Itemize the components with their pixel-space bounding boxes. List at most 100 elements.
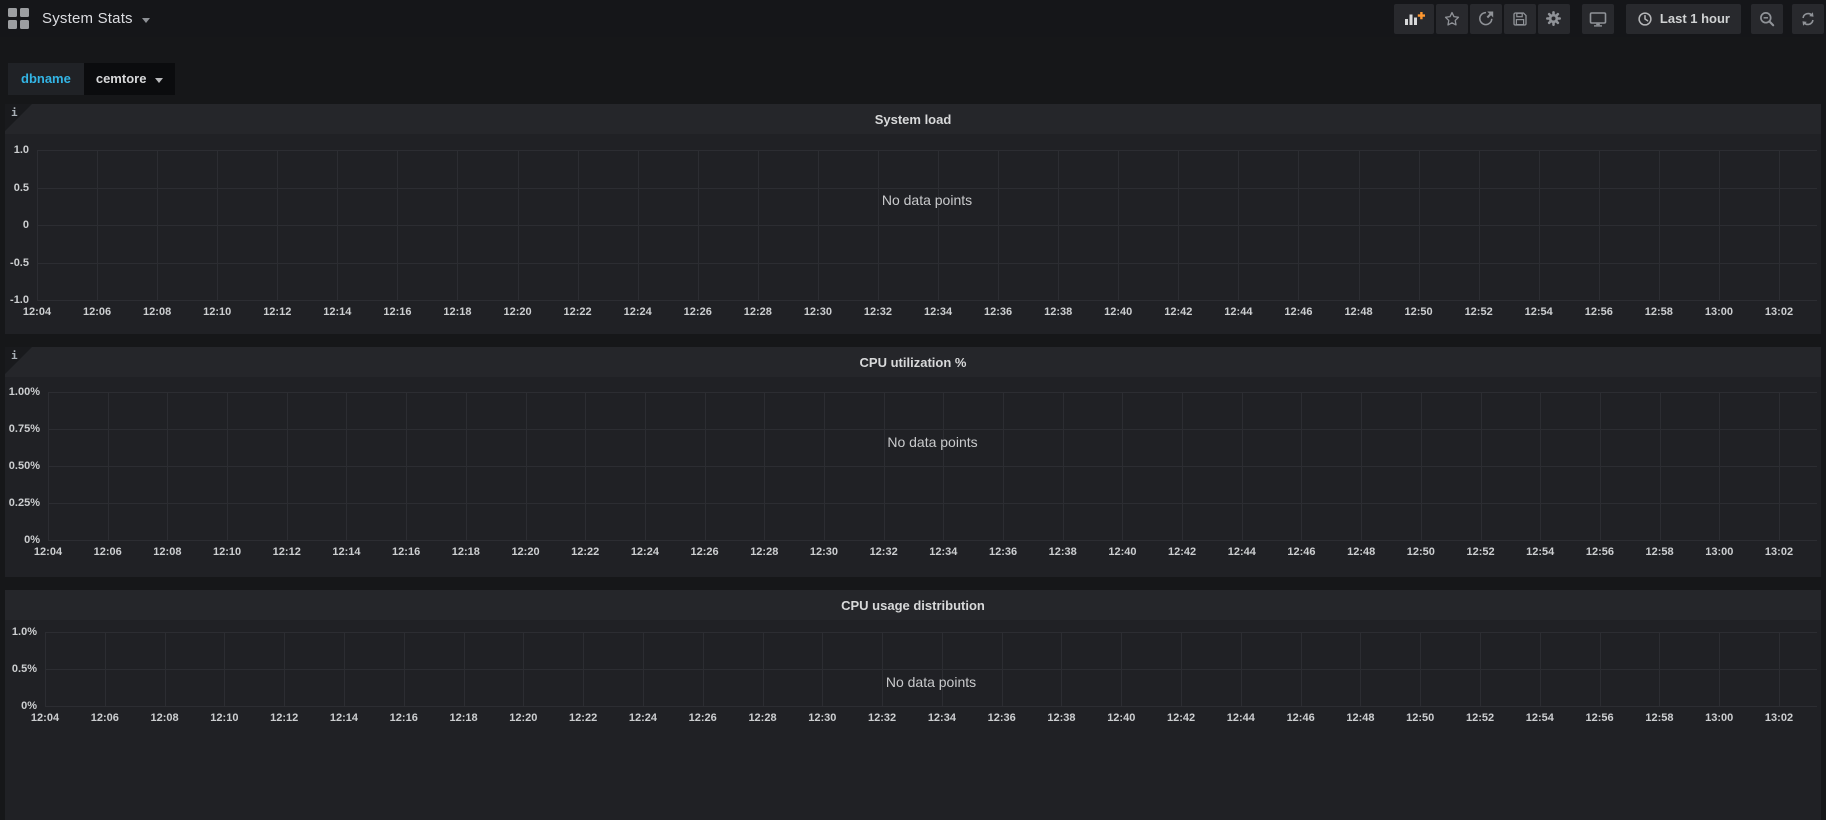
- gridline: [48, 392, 1817, 393]
- floppy-disk-icon: [1512, 11, 1528, 27]
- chevron-down-icon[interactable]: [142, 18, 150, 23]
- x-axis-label: 12:14: [315, 306, 359, 318]
- panel-title[interactable]: System load: [875, 112, 952, 127]
- gridline: [37, 150, 1817, 151]
- variable-value-dropdown[interactable]: cemtore: [84, 63, 176, 95]
- panel-title[interactable]: CPU usage distribution: [841, 598, 985, 613]
- gridline: [337, 150, 338, 300]
- x-axis-label: 12:28: [742, 546, 786, 558]
- gridline: [457, 150, 458, 300]
- info-icon[interactable]: i: [11, 349, 18, 362]
- x-axis-label: 12:24: [623, 546, 667, 558]
- share-button[interactable]: [1470, 4, 1502, 34]
- x-axis-label: 12:36: [981, 546, 1025, 558]
- x-axis-label: 12:42: [1156, 306, 1200, 318]
- gridline: [818, 150, 819, 300]
- refresh-icon: [1800, 11, 1816, 27]
- x-axis-label: 13:02: [1757, 546, 1801, 558]
- x-axis-label: 12:26: [676, 306, 720, 318]
- gridline: [938, 150, 939, 300]
- y-axis-label: 0.5: [5, 182, 29, 194]
- gridline: [1540, 392, 1541, 540]
- settings-button[interactable]: [1538, 4, 1570, 34]
- x-axis-label: 12:30: [802, 546, 846, 558]
- gridline: [1003, 392, 1004, 540]
- panel-header: CPU usage distribution: [5, 590, 1821, 620]
- gridline: [1359, 150, 1360, 300]
- gridline: [578, 150, 579, 300]
- y-axis-label: 0.5%: [5, 663, 37, 675]
- x-axis-label: 12:12: [265, 546, 309, 558]
- info-icon[interactable]: i: [11, 106, 18, 119]
- x-axis-label: 12:44: [1220, 546, 1264, 558]
- gridline: [1719, 632, 1720, 706]
- gridline: [37, 188, 1817, 189]
- gridline: [698, 150, 699, 300]
- x-axis-label: 12:12: [255, 306, 299, 318]
- y-axis-label: 0%: [5, 534, 40, 546]
- gridline: [523, 632, 524, 706]
- x-axis-label: 12:04: [15, 306, 59, 318]
- x-axis-label: 12:50: [1399, 546, 1443, 558]
- gridline: [105, 632, 106, 706]
- x-axis-label: 12:16: [375, 306, 419, 318]
- gridline: [822, 632, 823, 706]
- gridline: [48, 466, 1817, 467]
- x-axis-label: 12:06: [75, 306, 119, 318]
- panel-info-corner[interactable]: [5, 104, 32, 131]
- gridline: [1479, 150, 1480, 300]
- time-range-label: Last 1 hour: [1660, 11, 1730, 26]
- x-axis-label: 12:08: [135, 306, 179, 318]
- no-data-text: No data points: [887, 434, 977, 450]
- x-axis-label: 12:24: [616, 306, 660, 318]
- gridline: [48, 429, 1817, 430]
- no-data-text: No data points: [882, 192, 972, 208]
- gridline: [1181, 632, 1182, 706]
- gridline: [998, 150, 999, 300]
- x-axis-label: 12:58: [1637, 306, 1681, 318]
- gridline: [645, 392, 646, 540]
- x-axis-label: 12:44: [1216, 306, 1260, 318]
- gridline: [284, 632, 285, 706]
- dashboard-grid-icon[interactable]: [8, 8, 29, 29]
- x-axis-label: 12:06: [86, 546, 130, 558]
- gridline: [464, 632, 465, 706]
- x-axis-label: 12:36: [976, 306, 1020, 318]
- panel-title[interactable]: CPU utilization %: [860, 355, 967, 370]
- panel-info-corner[interactable]: [5, 347, 32, 374]
- gridline: [585, 392, 586, 540]
- gridline: [287, 392, 288, 540]
- gridline: [942, 632, 943, 706]
- gridline: [882, 632, 883, 706]
- cycle-view-button[interactable]: [1582, 4, 1614, 34]
- gridline: [1719, 392, 1720, 540]
- gridline: [1659, 632, 1660, 706]
- x-axis-label: 12:32: [856, 306, 900, 318]
- x-axis-label: 12:18: [435, 306, 479, 318]
- panel-header: System load: [5, 104, 1821, 134]
- no-data-text: No data points: [886, 674, 976, 690]
- gridline: [1480, 632, 1481, 706]
- refresh-button[interactable]: [1792, 4, 1824, 34]
- gridline: [1719, 150, 1720, 300]
- gridline: [1182, 392, 1183, 540]
- gridline: [48, 392, 49, 540]
- save-button[interactable]: [1504, 4, 1536, 34]
- star-button[interactable]: [1436, 4, 1468, 34]
- y-axis-label: 1.0: [5, 144, 29, 156]
- gridline: [1600, 392, 1601, 540]
- gridline: [1421, 392, 1422, 540]
- gridline: [1481, 392, 1482, 540]
- monitor-icon: [1589, 11, 1607, 27]
- add-panel-button[interactable]: [1394, 4, 1434, 34]
- dashboard-title[interactable]: System Stats: [42, 10, 133, 27]
- gridline: [157, 150, 158, 300]
- gridline: [943, 392, 944, 540]
- x-axis-label: 12:20: [496, 306, 540, 318]
- time-picker-button[interactable]: Last 1 hour: [1626, 4, 1741, 34]
- zoom-out-button[interactable]: [1751, 4, 1783, 34]
- x-axis-label: 12:14: [324, 546, 368, 558]
- gridline: [1063, 392, 1064, 540]
- panel-system-load: System loadi1.00.50-0.5-1.012:0412:0612:…: [5, 104, 1821, 334]
- gridline: [1600, 632, 1601, 706]
